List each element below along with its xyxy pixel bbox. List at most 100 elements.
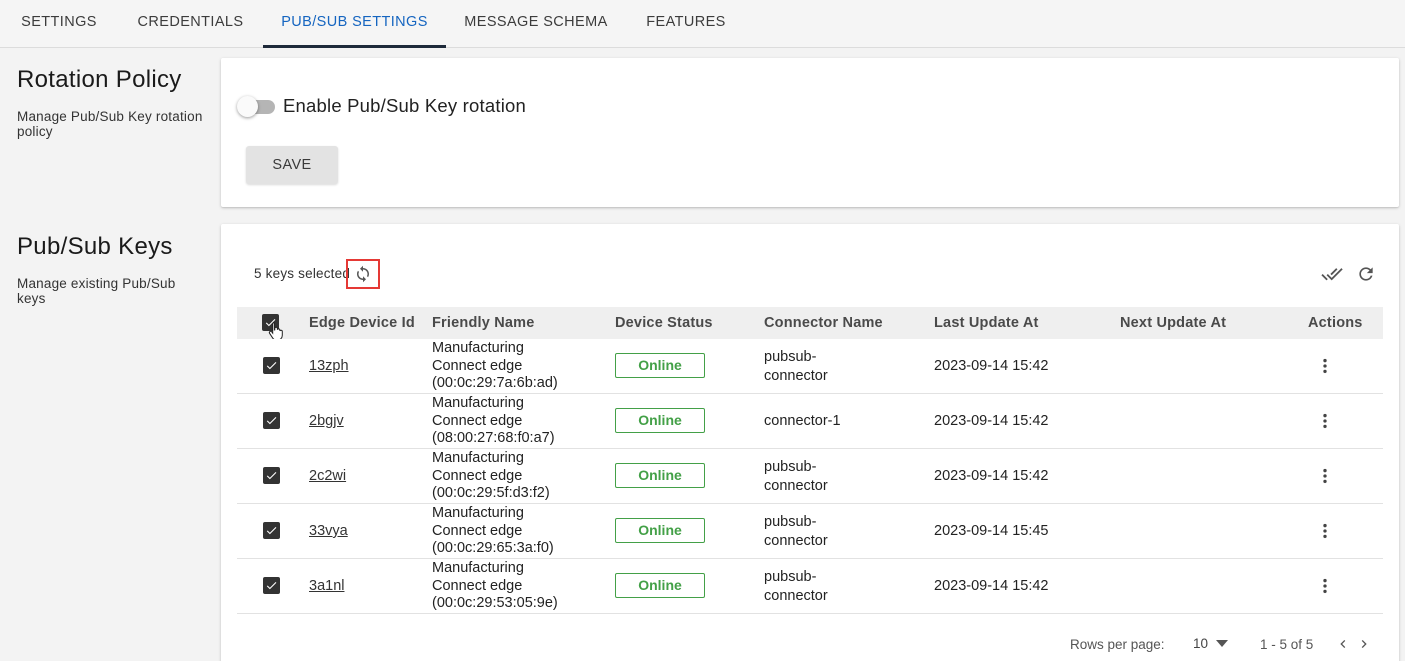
row-actions-button[interactable] [1315, 411, 1335, 431]
header-connector-name[interactable]: Connector Name [764, 315, 883, 331]
chevron-right-icon [1361, 640, 1367, 648]
edge-device-id-link[interactable]: 3a1nl [309, 578, 344, 594]
friendly-name-line3: (00:0c:29:53:05:9e) [432, 595, 558, 611]
friendly-name-line3: (08:00:27:68:f0:a7) [432, 430, 555, 446]
row-checkbox[interactable] [263, 412, 280, 429]
last-update: 2023-09-14 15:42 [934, 578, 1049, 594]
connector-name: pubsub- connector [764, 513, 828, 550]
connector-name: pubsub- connector [764, 568, 828, 605]
table-row[interactable]: 3a1nl Manufacturing Connect edge (00:0c:… [237, 559, 1383, 614]
edge-device-id-link[interactable]: 13zph [309, 358, 349, 374]
more-vert-icon [1323, 523, 1327, 539]
save-button[interactable]: SAVE [246, 146, 338, 184]
edge-device-id-link[interactable]: 2bgjv [309, 413, 344, 429]
pubsub-keys-desc-line1: Manage existing Pub/Sub [17, 276, 176, 291]
more-vert-icon [1323, 578, 1327, 594]
header-device-status[interactable]: Device Status [615, 315, 713, 331]
table-header: Edge Device Id Friendly Name Device Stat… [237, 307, 1383, 341]
friendly-name: Manufacturing Connect edge (00:0c:29:7a:… [432, 340, 558, 393]
rotate-icon [357, 265, 369, 283]
dropdown-arrow-icon [1216, 639, 1229, 647]
edge-device-id-link[interactable]: 2c2wi [309, 468, 346, 484]
connector-name: pubsub- connector [764, 348, 828, 385]
connector-name: connector-1 [764, 412, 841, 431]
row-checkbox[interactable] [263, 577, 280, 594]
rotation-policy-desc-line2: policy [17, 124, 53, 139]
check-icon [266, 417, 277, 425]
connector-name-line1: pubsub- [764, 569, 817, 585]
header-friendly-name[interactable]: Friendly Name [432, 315, 535, 331]
rows-per-page-label: Rows per page: [1070, 637, 1165, 652]
row-checkbox[interactable] [263, 357, 280, 374]
check-icon [266, 362, 277, 370]
header-next-update-at[interactable]: Next Update At [1120, 315, 1226, 331]
more-vert-icon [1323, 413, 1327, 429]
pagination-range: 1 - 5 of 5 [1260, 637, 1314, 652]
rows-per-page-value: 10 [1193, 636, 1209, 651]
header-actions: Actions [1308, 315, 1363, 331]
connector-name-line1: pubsub- [764, 349, 817, 365]
rotation-policy-card [221, 58, 1399, 207]
friendly-name-line1: Manufacturing [432, 395, 524, 411]
tab-pubsub-settings[interactable]: PUB/SUB SETTINGS [263, 0, 446, 48]
table-row[interactable]: 2bgjv Manufacturing Connect edge (08:00:… [237, 394, 1383, 449]
check-icon [266, 527, 277, 535]
table-row[interactable]: 13zph Manufacturing Connect edge (00:0c:… [237, 339, 1383, 394]
header-last-update-at[interactable]: Last Update At [934, 315, 1039, 331]
friendly-name-line2: Connect edge [432, 522, 523, 539]
row-actions-button[interactable] [1315, 356, 1335, 376]
friendly-name: Manufacturing Connect edge (00:0c:29:53:… [432, 560, 558, 613]
row-actions-button[interactable] [1315, 576, 1335, 596]
row-checkbox[interactable] [263, 467, 280, 484]
pubsub-keys-title: Pub/Sub Keys [17, 233, 173, 260]
status-badge: Online [615, 408, 705, 433]
prev-page-button[interactable] [1333, 634, 1353, 654]
tab-message-schema[interactable]: MESSAGE SCHEMA [446, 0, 626, 48]
friendly-name-line1: Manufacturing [432, 505, 524, 521]
rotation-toggle[interactable] [237, 96, 258, 117]
double-check-icon [1321, 268, 1343, 281]
tab-bar: SETTINGS CREDENTIALS PUB/SUB SETTINGS ME… [0, 0, 1405, 48]
row-checkbox[interactable] [263, 522, 280, 539]
refresh-icon [1359, 267, 1373, 281]
connector-name: pubsub- connector [764, 458, 828, 495]
table-row[interactable]: 2c2wi Manufacturing Connect edge (00:0c:… [237, 449, 1383, 504]
friendly-name: Manufacturing Connect edge (00:0c:29:5f:… [432, 450, 550, 503]
friendly-name-line3: (00:0c:29:65:3a:f0) [432, 540, 554, 556]
connector-name-line1: pubsub- [764, 459, 817, 475]
status-badge: Online [615, 518, 705, 543]
status-badge: Online [615, 463, 705, 488]
status-badge: Online [615, 353, 705, 378]
more-vert-icon [1323, 468, 1327, 484]
row-actions-button[interactable] [1315, 466, 1335, 486]
rotate-keys-button[interactable] [346, 259, 380, 289]
next-page-button[interactable] [1354, 634, 1374, 654]
connector-name-line2: connector [764, 477, 828, 494]
connector-name-line2: connector [764, 587, 828, 604]
last-update: 2023-09-14 15:42 [934, 358, 1049, 374]
approve-all-button[interactable] [1320, 262, 1344, 286]
table-row[interactable]: 33vya Manufacturing Connect edge (00:0c:… [237, 504, 1383, 559]
friendly-name-line1: Manufacturing [432, 340, 524, 356]
last-update: 2023-09-14 15:45 [934, 523, 1049, 539]
chevron-left-icon [1340, 640, 1346, 648]
refresh-button[interactable] [1354, 262, 1378, 286]
edge-device-id-link[interactable]: 33vya [309, 523, 348, 539]
rows-per-page-select[interactable]: 10 [1193, 636, 1229, 651]
friendly-name: Manufacturing Connect edge (08:00:27:68:… [432, 395, 555, 448]
status-badge: Online [615, 573, 705, 598]
rotation-toggle-label: Enable Pub/Sub Key rotation [283, 95, 526, 116]
tab-settings[interactable]: SETTINGS [0, 0, 118, 48]
header-edge-device-id[interactable]: Edge Device Id [309, 315, 415, 331]
row-actions-button[interactable] [1315, 521, 1335, 541]
tab-features[interactable]: FEATURES [626, 0, 746, 48]
connector-name-line2: connector [764, 367, 828, 384]
friendly-name-line3: (00:0c:29:5f:d3:f2) [432, 485, 550, 501]
selected-count: 5 keys selected [254, 266, 351, 281]
friendly-name-line2: Connect edge [432, 357, 523, 374]
friendly-name-line1: Manufacturing [432, 450, 524, 466]
friendly-name-line1: Manufacturing [432, 560, 524, 576]
last-update: 2023-09-14 15:42 [934, 413, 1049, 429]
pubsub-keys-desc-line2: keys [17, 291, 46, 306]
tab-credentials[interactable]: CREDENTIALS [118, 0, 263, 48]
